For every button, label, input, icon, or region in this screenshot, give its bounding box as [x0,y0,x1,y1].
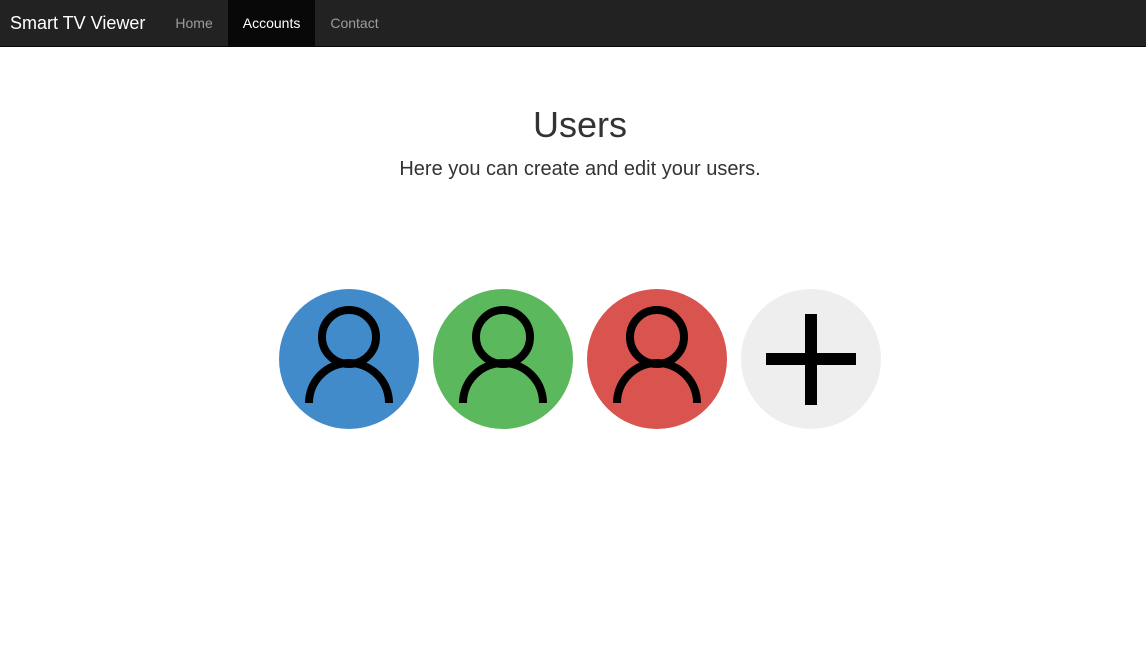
page-title: Users [532,104,627,145]
brand-link[interactable]: Smart TV Viewer [0,0,160,46]
nav-item-home[interactable]: Home [160,0,227,46]
nav-item-accounts[interactable]: Accounts [227,0,316,46]
user-tile-3[interactable] [587,289,727,429]
navbar: Smart TV Viewer Home Accounts Contact [0,0,1146,47]
main-content: Users Here you can create and edit your … [0,47,1146,660]
user-tile-2[interactable] [433,289,573,429]
plus-icon [766,314,856,405]
add-user-button[interactable] [741,289,881,429]
user-icon [613,306,701,404]
nav-menu: Home Accounts Contact [160,0,393,46]
page-subtitle: Here you can create and edit your users. [399,158,761,180]
user-icon [459,306,547,404]
nav-item-contact[interactable]: Contact [315,0,393,46]
user-tile-1[interactable] [279,289,419,429]
user-list [279,289,881,429]
user-icon [305,306,393,404]
